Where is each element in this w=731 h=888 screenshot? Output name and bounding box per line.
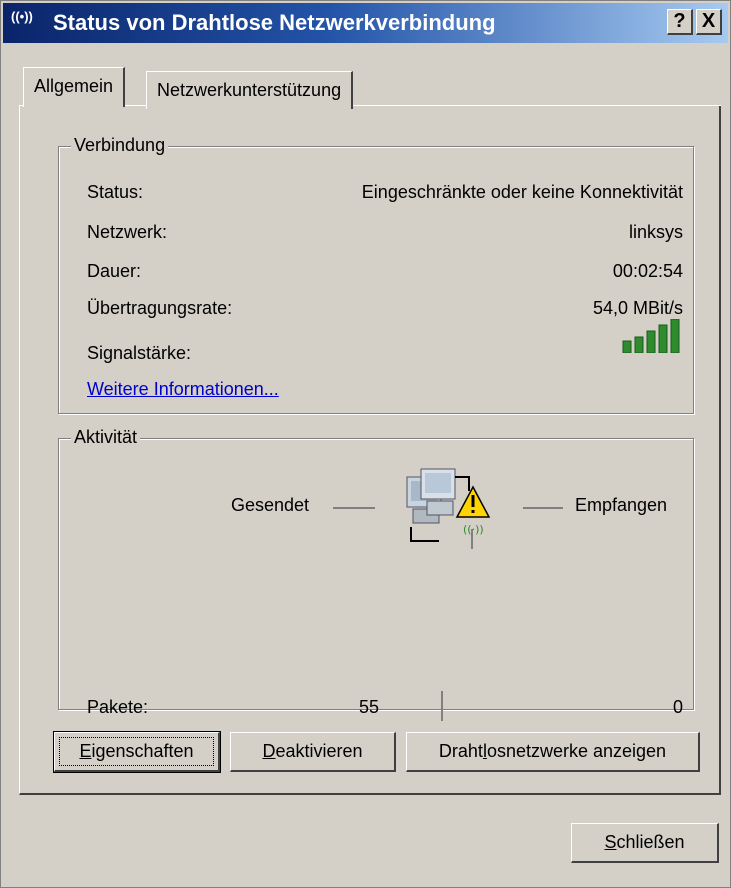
received-line [523, 507, 563, 509]
sent-line [333, 507, 375, 509]
sent-label: Gesendet [231, 495, 310, 515]
signal-bar-5 [670, 319, 680, 353]
duration-label: Dauer: [87, 261, 142, 281]
tab-panel-allgemein: Verbindung Status: Eingeschränkte oder k… [19, 105, 721, 795]
signal-bar-2 [634, 336, 644, 353]
tab-allgemein[interactable]: Allgemein [23, 67, 126, 107]
help-button[interactable]: ? [667, 9, 693, 35]
deactivate-accel: D [262, 741, 276, 761]
packets-received-value: 0 [672, 697, 683, 717]
activity-groupbox: Aktivität Gesendet ((·)) Empfangen Paket… [58, 427, 694, 721]
status-value: Eingeschränkte oder keine Konnektivität [361, 182, 683, 202]
signal-bar-1 [622, 340, 632, 353]
packets-sent-value: 55 [359, 697, 380, 717]
activity-group-label: Aktivität [71, 427, 141, 448]
window-title: Status von Drahtlose Netzwerkverbindung [53, 10, 496, 35]
network-value: linksys [628, 222, 683, 242]
speed-label: Übertragungsrate: [87, 298, 233, 318]
network-label: Netzwerk: [87, 222, 168, 242]
show-networks-label: osnetzwerke anzeigen [486, 741, 667, 761]
deactivate-button[interactable]: Deaktivieren [230, 732, 396, 772]
svg-text:((·)): ((·)) [463, 523, 484, 536]
connection-groupbox: Verbindung Status: Eingeschränkte oder k… [58, 135, 694, 414]
close-button[interactable]: Schließen [571, 823, 719, 863]
packets-label: Pakete: [87, 697, 149, 717]
signal-strength-label: Signalstärke: [87, 343, 192, 363]
status-label: Status: [87, 182, 144, 202]
properties-button[interactable]: Eigenschaften [53, 731, 221, 773]
focus-rect [59, 737, 214, 766]
duration-value: 00:02:54 [612, 261, 683, 281]
dialog-window: ((•)) Status von Drahtlose Netzwerkverbi… [0, 0, 731, 888]
more-info-link[interactable]: Weitere Informationen... [87, 379, 279, 400]
close-window-button[interactable]: X [696, 9, 722, 35]
packets-divider [441, 691, 443, 721]
close-accel: S [604, 832, 617, 852]
connection-group-label: Verbindung [71, 135, 169, 156]
received-label: Empfangen [575, 495, 668, 515]
close-label: chließen [616, 832, 685, 852]
show-networks-label-pre: Draht [438, 741, 483, 761]
signal-bar-4 [658, 324, 668, 353]
signal-strength-icon [622, 319, 680, 353]
signal-bar-3 [646, 330, 656, 353]
tab-netzwerkunterstuetzung[interactable]: Netzwerkunterstützung [146, 71, 354, 109]
speed-value: 54,0 MBit/s [592, 298, 683, 318]
deactivate-label: eaktivieren [275, 741, 363, 761]
network-warning-icon: ((·)) [406, 468, 491, 549]
show-wireless-networks-button[interactable]: Drahtlosnetzwerke anzeigen [406, 732, 700, 772]
wireless-network-icon: ((•)) [11, 9, 33, 24]
title-bar[interactable]: ((•)) Status von Drahtlose Netzwerkverbi… [3, 3, 728, 43]
